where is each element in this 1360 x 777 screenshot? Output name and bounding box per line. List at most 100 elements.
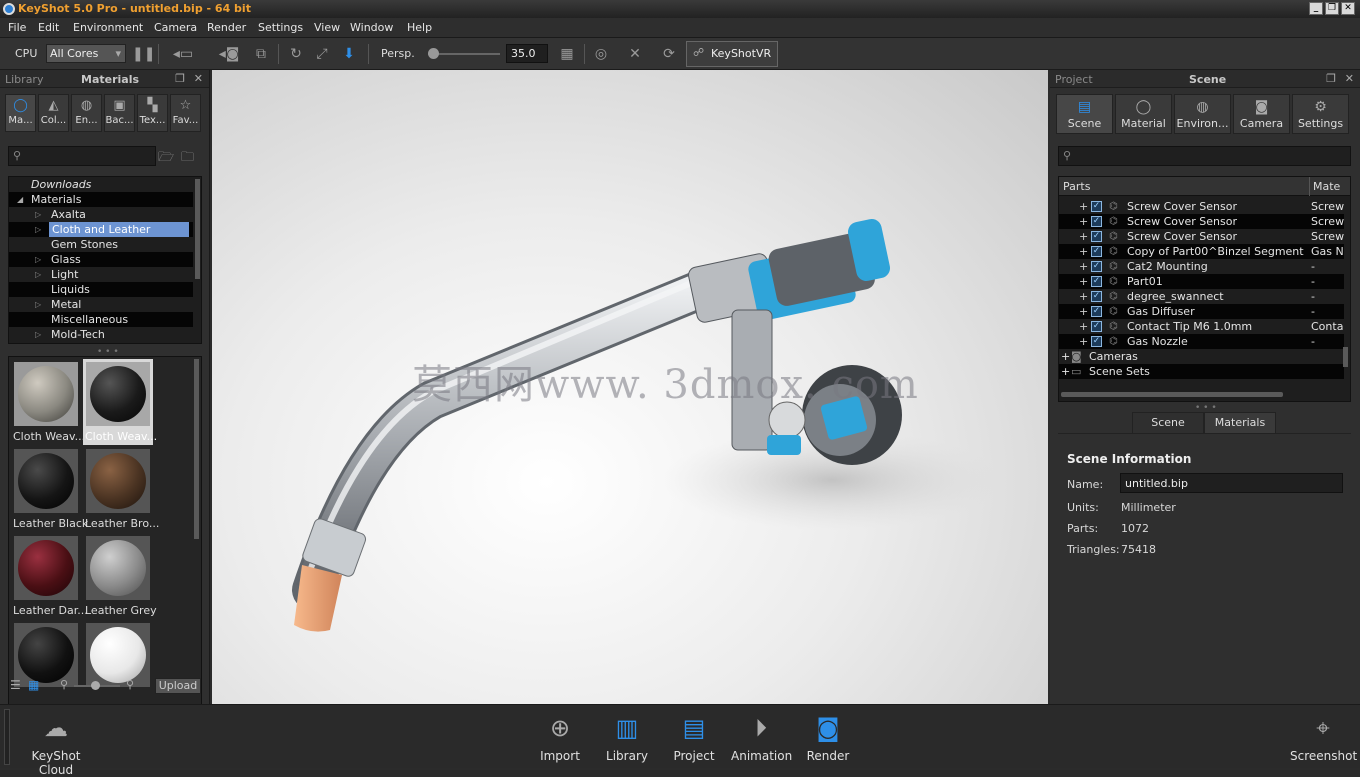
visibility-checkbox[interactable]: ✓ [1091,306,1102,317]
upload-button[interactable]: Upload [155,678,201,694]
cores-dropdown[interactable]: All Cores ▾ [46,44,126,63]
tab-favorites[interactable]: ☆ Fav... [170,94,201,132]
menu-render[interactable]: Render [207,21,246,34]
tab-environments[interactable]: ◍ En... [71,94,102,132]
menu-view[interactable]: View [314,21,340,34]
expand-icon[interactable]: + [1079,319,1088,334]
expand-icon[interactable]: + [1079,199,1088,214]
grid-view-icon[interactable]: ▦ [28,678,39,692]
subtab-scene[interactable]: Scene [1132,412,1204,434]
import-button[interactable]: ⊕ Import [530,711,590,763]
close-button[interactable]: ✕ [1341,2,1355,15]
subtab-materials[interactable]: Materials [1204,412,1276,434]
scene-row[interactable]: + ✓ ⌬ Screw Cover Sensor Screw [1059,199,1344,214]
material-thumb[interactable]: Leather Grey [83,533,157,619]
screenshot-button[interactable]: ⌖ Screenshot [1290,711,1357,763]
expand-icon[interactable]: + [1061,349,1070,364]
expand-icon[interactable]: + [1079,214,1088,229]
dock-grip[interactable] [4,709,10,765]
visibility-checkbox[interactable]: ✓ [1091,216,1102,227]
col-parts[interactable]: Parts [1063,180,1090,193]
menu-camera[interactable]: Camera [154,21,197,34]
thumbs-scrollbar[interactable] [194,359,199,539]
material-thumb[interactable]: Leather Dar... [11,533,88,619]
visibility-checkbox[interactable]: ✓ [1091,201,1102,212]
fov-slider-handle[interactable] [428,48,439,59]
tab-material[interactable]: ◯ Material [1115,94,1172,134]
render-button[interactable]: ◙ Render [798,711,858,763]
tab-backplates[interactable]: ▣ Bac... [104,94,135,132]
tree-item-gem-stones[interactable]: Gem Stones [9,237,193,252]
copy-icon[interactable]: ⧉ [252,46,270,62]
material-thumb[interactable] [83,620,153,706]
visibility-checkbox[interactable]: ✓ [1091,261,1102,272]
minimize-button[interactable]: _ [1309,2,1323,15]
tab-colors[interactable]: ◭ Col... [38,94,69,132]
float-icon[interactable]: ❐ [1326,72,1336,85]
visibility-checkbox[interactable]: ✓ [1091,231,1102,242]
keyshot-cloud-button[interactable]: ☁ KeyShot Cloud [16,711,96,777]
tree-item-metal[interactable]: ▷ Metal [9,297,193,312]
tab-textures[interactable]: ▚ Tex... [137,94,168,132]
tab-environment[interactable]: ◍ Environ... [1174,94,1231,134]
restore-button[interactable]: ❐ [1325,2,1339,15]
tree-item-downloads[interactable]: Downloads [9,177,193,192]
visibility-checkbox[interactable]: ✓ [1091,336,1102,347]
v-scrollbar[interactable] [1343,347,1348,367]
expand-icon[interactable]: + [1079,304,1088,319]
region-icon[interactable]: ▦ [558,46,576,62]
fit-icon[interactable]: ⤢ [313,46,331,62]
tree-item-glass[interactable]: ▷ Glass [9,252,193,267]
tab-scene[interactable]: ▤ Scene [1056,94,1113,134]
visibility-checkbox[interactable]: ✓ [1091,276,1102,287]
material-thumb[interactable]: Cloth Weav... [11,359,85,445]
material-thumb-selected[interactable]: Cloth Weav... [83,359,157,445]
tree-item-materials[interactable]: ◢ Materials [9,192,193,207]
col-material[interactable]: Mate [1309,177,1340,196]
scene-search-input[interactable]: ⚲ [1058,146,1351,166]
scene-row[interactable]: + ✓ ⌬ Contact Tip M6 1.0mm Conta [1059,319,1344,334]
menu-window[interactable]: Window [350,21,393,34]
library-search-input[interactable]: ⚲ [8,146,156,166]
visibility-checkbox[interactable]: ✓ [1091,291,1102,302]
scene-name-input[interactable]: untitled.bip [1120,473,1343,493]
tree-item-miscellaneous[interactable]: Miscellaneous [9,312,193,327]
render-viewport[interactable]: 莫西网www. 3dmox. com [212,70,1048,704]
expand-icon[interactable]: + [1079,334,1088,349]
menu-file[interactable]: File [8,21,26,34]
visibility-checkbox[interactable]: ✓ [1091,321,1102,332]
visibility-checkbox[interactable]: ✓ [1091,246,1102,257]
tab-settings[interactable]: ⚙ Settings [1292,94,1349,134]
menu-settings[interactable]: Settings [258,21,303,34]
scene-row[interactable]: + ✓ ⌬ Gas Diffuser - [1059,304,1344,319]
scene-row[interactable]: + ✓ ⌬ degree_swannect - [1059,289,1344,304]
menu-help[interactable]: Help [407,21,432,34]
pause-icon[interactable]: ❚❚ [132,46,155,62]
expand-icon[interactable]: + [1079,274,1088,289]
folder-icon[interactable]: 🗁 [158,148,174,170]
folder-open-icon[interactable]: 🗀 [181,148,194,170]
lock-icon[interactable]: ◎ [592,46,610,62]
expand-icon[interactable]: + [1079,289,1088,304]
scene-row[interactable]: + ✓ ⌬ Copy of Part00^Binzel Segment ... Gas … [1059,244,1344,259]
performance-icon[interactable]: ⟳ [660,46,678,62]
cameras-row[interactable]: + ◙ Cameras [1059,349,1344,364]
tree-item-light[interactable]: ▷ Light [9,267,193,282]
list-view-icon[interactable]: ☰ [10,678,21,692]
thumb-size-handle[interactable] [91,681,100,690]
geometry-icon[interactable]: ✕ [626,46,644,62]
tree-item-axalta[interactable]: ▷ Axalta [9,207,193,222]
scene-row[interactable]: + ✓ ⌬ Gas Nozzle - [1059,334,1344,349]
animation-button[interactable]: ⏵ Animation [731,711,792,763]
float-icon[interactable]: ❐ [175,72,185,85]
expand-icon[interactable]: + [1079,229,1088,244]
tree-item-cloth-and-leather[interactable]: ▷ Cloth and Leather [9,222,193,237]
scene-row[interactable]: + ✓ ⌬ Screw Cover Sensor Screw [1059,229,1344,244]
material-thumb[interactable] [11,620,81,706]
tab-camera[interactable]: ◙ Camera [1233,94,1290,134]
tab-materials[interactable]: ◯ Ma... [5,94,36,132]
tree-scrollbar[interactable] [195,179,200,279]
project-button[interactable]: ▤ Project [664,711,724,763]
material-thumb[interactable]: Leather Bro... [83,446,159,532]
expand-icon[interactable]: + [1079,244,1088,259]
